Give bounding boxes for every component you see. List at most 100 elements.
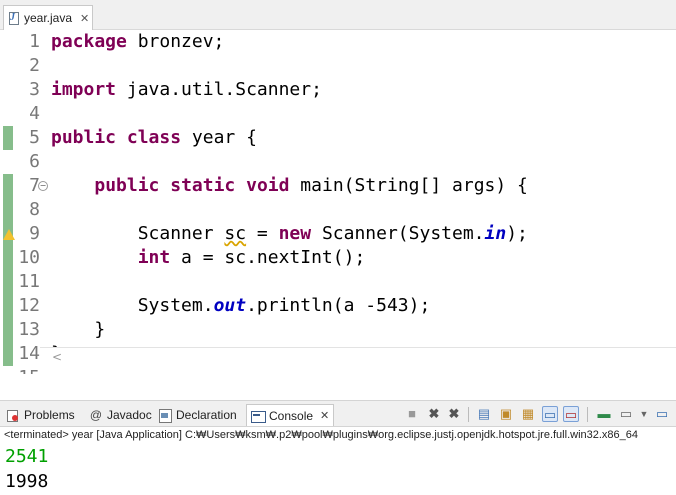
console-process-label: <terminated> year [Java Application] C:₩… — [4, 429, 639, 441]
warning-token: sc — [224, 223, 247, 244]
tab-declaration[interactable]: Declaration — [158, 404, 237, 426]
code-token: Scanner — [51, 223, 225, 244]
clear-console-icon[interactable]: ▤ — [476, 406, 492, 422]
code-line: import java.util.Scanner; — [51, 78, 528, 102]
tab-console[interactable]: Console ✕ — [246, 404, 335, 426]
keyword-token: package — [51, 31, 127, 52]
tab-declaration-label: Declaration — [176, 408, 237, 422]
scroll-left-icon[interactable]: < — [52, 350, 62, 364]
line-number: 13 — [18, 319, 40, 340]
field-token: in — [484, 223, 507, 244]
code-token: .println(a -543); — [246, 295, 431, 316]
code-token: java.util.Scanner; — [116, 79, 322, 100]
code-token: year { — [181, 127, 257, 148]
line-number: 10 — [18, 247, 40, 268]
close-icon[interactable]: ✕ — [320, 409, 329, 422]
code-token: bronzev; — [126, 31, 225, 52]
pin-console-icon[interactable]: ▬ — [596, 406, 612, 422]
code-editor[interactable]: 123456789101112131415 − package bronzev;… — [0, 30, 676, 374]
view-tab-bar: Problems @ Javadoc Declaration Console ✕… — [0, 400, 676, 427]
line-number: 15 — [14, 366, 40, 374]
tab-javadoc[interactable]: @ Javadoc — [89, 404, 152, 426]
code-token: = — [246, 223, 279, 244]
open-console-icon[interactable]: ▭ — [654, 406, 670, 422]
tab-console-label: Console — [269, 408, 314, 423]
line-number: 3 — [29, 79, 40, 100]
code-line: public static void main(String[] args) { — [51, 174, 528, 198]
line-number: 7 — [29, 175, 40, 196]
keyword-token: public — [51, 127, 117, 148]
horizontal-scrollbar[interactable]: < — [40, 347, 676, 367]
line-number: 12 — [18, 295, 40, 316]
remove-launch-icon[interactable]: ✖ — [426, 406, 442, 422]
keyword-token: void — [246, 175, 290, 196]
code-token: a = sc.nextInt(); — [170, 247, 366, 268]
change-marker — [3, 174, 13, 366]
line-number: 9 — [29, 223, 40, 244]
change-marker — [3, 126, 13, 150]
field-token: out — [213, 295, 247, 316]
code-line: Scanner sc = new Scanner(System.in); — [51, 222, 528, 246]
console-output[interactable]: 2541 1998 — [0, 444, 676, 494]
keyword-token: new — [278, 223, 312, 244]
code-line: int a = sc.nextInt(); — [51, 246, 528, 270]
keyword-token: static — [170, 175, 236, 196]
code-token: System. — [51, 295, 214, 316]
show-on-stderr-icon[interactable]: ▭ — [563, 406, 579, 422]
remove-all-terminated-icon[interactable]: ✖ — [446, 406, 462, 422]
terminate-icon[interactable]: ■ — [404, 406, 420, 422]
console-icon — [251, 409, 266, 423]
line-number-ruler: 123456789101112131415 — [14, 30, 40, 374]
line-number: 2 — [29, 55, 40, 76]
keyword-token: class — [126, 127, 182, 148]
tab-problems[interactable]: Problems — [6, 404, 75, 426]
show-on-stdout-icon[interactable]: ▭ — [542, 406, 558, 422]
java-file-icon: J — [8, 11, 20, 25]
keyword-token: public — [94, 175, 160, 196]
fold-collapse-icon[interactable]: − — [38, 181, 48, 191]
line-number: 1 — [29, 31, 40, 52]
line-number: 6 — [29, 151, 40, 172]
code-line: } — [51, 318, 528, 342]
line-number: 8 — [29, 199, 40, 220]
line-number: 14 — [18, 343, 40, 364]
console-input-line: 2541 — [5, 446, 49, 467]
at-sign-icon: @ — [89, 408, 103, 422]
quick-diff-ruler — [3, 30, 14, 374]
line-number: 4 — [29, 103, 40, 124]
tab-problems-label: Problems — [24, 408, 75, 422]
code-line: System.out.println(a -543); — [51, 294, 528, 318]
line-number: 5 — [29, 127, 40, 148]
tab-javadoc-label: Javadoc — [107, 408, 152, 422]
declaration-icon — [158, 408, 172, 423]
keyword-token: import — [51, 79, 117, 100]
line-number: 11 — [18, 271, 40, 292]
editor-tab-year-java[interactable]: J year.java ✕ — [3, 5, 93, 30]
word-wrap-icon[interactable]: ▦ — [520, 406, 536, 422]
code-token: ); — [506, 223, 528, 244]
console-toolbar: ■ ✖ ✖ ▤ ▣ ▦ ▭ ▭ ▬ ▭ ▼ ▭ — [400, 405, 676, 425]
chevron-down-icon[interactable]: ▼ — [636, 406, 652, 422]
warning-icon[interactable] — [3, 229, 15, 241]
editor-tab-bar: J year.java ✕ — [0, 0, 676, 30]
problems-icon — [6, 408, 20, 422]
code-token: } — [51, 319, 106, 340]
close-icon[interactable]: ✕ — [80, 12, 89, 25]
code-text[interactable]: package bronzev; import java.util.Scanner… — [51, 30, 528, 374]
keyword-token: int — [137, 247, 171, 268]
editor-tab-label: year.java — [24, 11, 73, 25]
display-console-icon[interactable]: ▭ — [618, 406, 634, 422]
console-output-line: 1998 — [5, 471, 49, 492]
scroll-lock-icon[interactable]: ▣ — [498, 406, 514, 422]
code-line: package bronzev; — [51, 30, 528, 54]
